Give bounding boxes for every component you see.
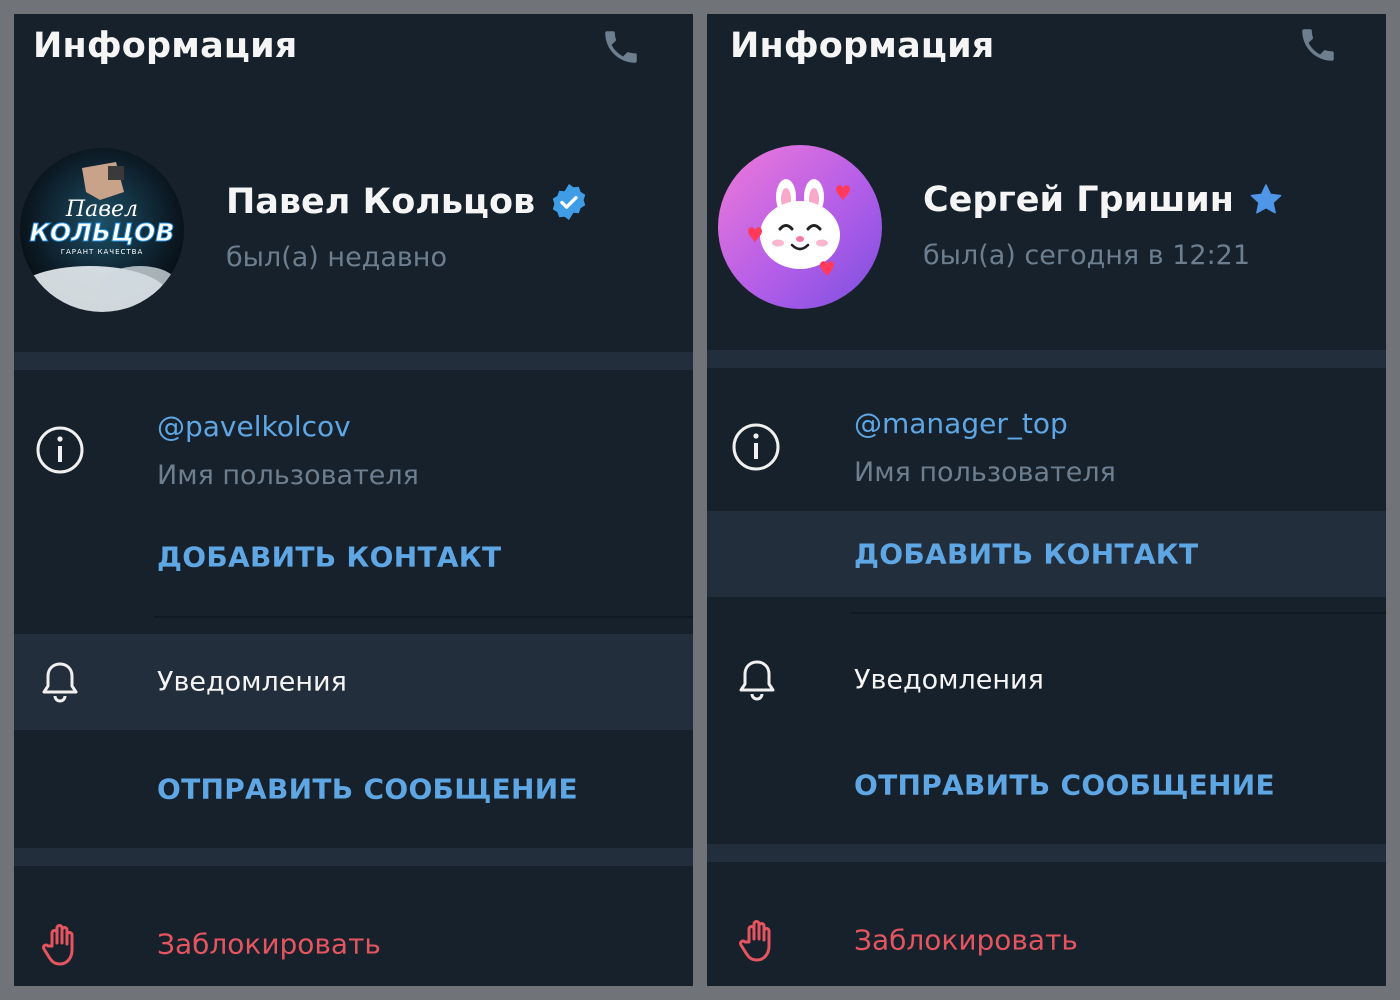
bell-icon [36,658,84,706]
add-contact-button[interactable]: ДОБАВИТЬ КОНТАКТ [707,511,1386,597]
hand-stop-icon [735,916,783,964]
phone-icon[interactable] [1297,24,1339,66]
block-user-button[interactable]: Заблокировать [707,890,1386,986]
send-message-label: ОТПРАВИТЬ СООБЩЕНИЕ [157,772,578,806]
profile-name-text: Павел Кольцов [226,182,536,222]
avatar[interactable]: Павел КОЛЬЦОВ ГАРАНТ КАЧЕСТВА [20,148,184,312]
star-icon [1248,182,1284,218]
username-link[interactable]: @pavelkolcov [157,410,351,443]
info-icon [730,421,782,473]
section-separator [14,848,693,866]
block-user-label: Заблокировать [157,927,381,961]
send-message-button[interactable]: ОТПРАВИТЬ СООБЩЕНИЕ [707,742,1386,828]
notifications-row[interactable]: Уведомления [14,634,693,730]
profile-status: был(а) сегодня в 12:21 [923,240,1251,271]
section-separator [707,844,1386,862]
header-title: Информация [730,26,995,66]
username-label: Имя пользователя [854,457,1116,488]
section-separator [707,350,1386,368]
profile-name: Павел Кольцов [226,182,589,222]
username-label: Имя пользователя [157,460,419,491]
profile-name-text: Сергей Гришин [923,180,1234,220]
send-message-button[interactable]: ОТПРАВИТЬ СООБЩЕНИЕ [14,746,693,832]
avatar-text-line2: КОЛЬЦОВ [29,218,174,247]
avatar[interactable] [718,145,882,309]
hand-stop-icon [38,920,86,968]
add-contact-label: ДОБАВИТЬ КОНТАКТ [854,537,1199,571]
header-title: Информация [33,26,298,66]
add-contact-button[interactable]: ДОБАВИТЬ КОНТАКТ [14,514,693,600]
divider [154,616,693,618]
block-user-label: Заблокировать [854,923,1078,957]
info-icon [34,424,86,476]
notifications-label: Уведомления [157,666,347,698]
avatar-text-line3: ГАРАНТ КАЧЕСТВА [61,248,144,256]
profile-info-panel-left: Информация Павел КОЛЬЦОВ ГАРАНТ КАЧЕСТВА… [14,14,693,986]
profile-status: был(а) недавно [226,242,447,273]
bell-icon [733,656,781,704]
username-link[interactable]: @manager_top [854,407,1068,440]
divider [851,612,1386,614]
section-separator [14,352,693,370]
block-user-button[interactable]: Заблокировать [14,894,693,986]
add-contact-label: ДОБАВИТЬ КОНТАКТ [157,540,502,574]
phone-icon[interactable] [600,26,642,68]
notifications-row[interactable]: Уведомления [707,632,1386,728]
profile-name: Сергей Гришин [923,180,1284,220]
profile-info-panel-right: Информация Сергей Гришин был(а) сегодня … [707,14,1386,986]
verified-check-icon [549,182,589,222]
send-message-label: ОТПРАВИТЬ СООБЩЕНИЕ [854,768,1275,802]
notifications-label: Уведомления [854,664,1044,696]
